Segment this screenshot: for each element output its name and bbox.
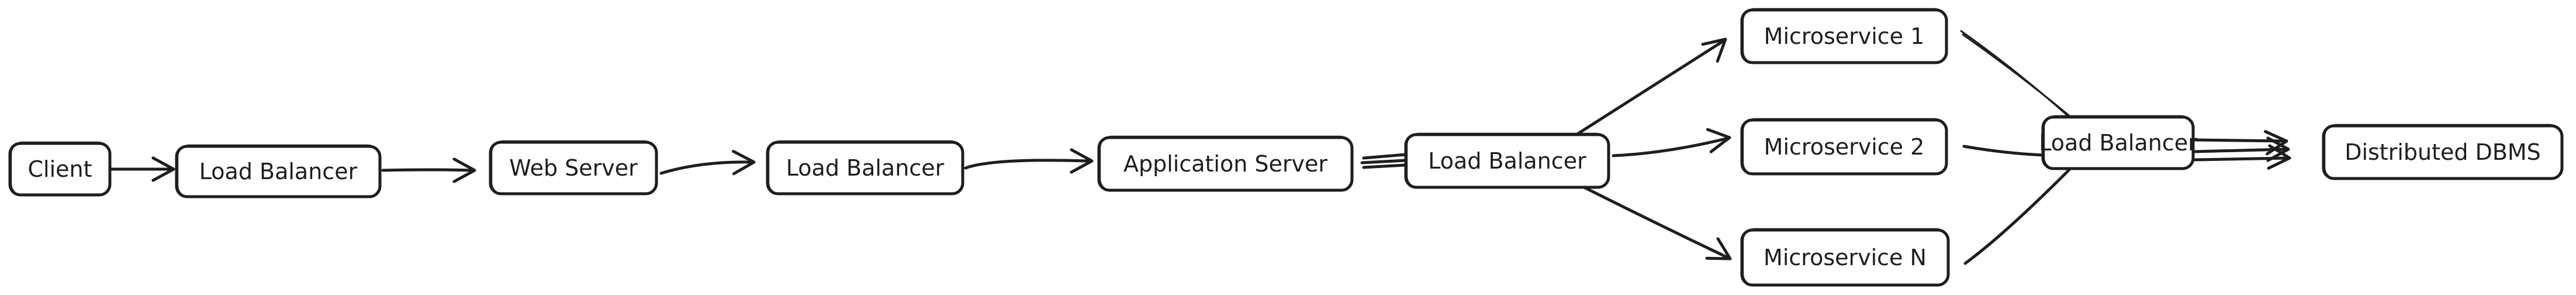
node-label: Microservice 2 [1764, 134, 1925, 160]
edge-lb3-to-ms2 [1612, 128, 1731, 157]
node-label: Load Balancer [199, 159, 358, 184]
edge-lb3-to-msn [1582, 186, 1732, 260]
node-label: Load Balancer [786, 155, 945, 181]
node-lb3[interactable]: Load Balancer [1404, 132, 1610, 189]
edge-lb3-to-ms1 [1576, 37, 1727, 135]
edge-web-to-lb2 [659, 150, 756, 176]
node-ms2[interactable]: Microservice 2 [1740, 118, 1948, 176]
node-lb4[interactable]: Load Balancer [2039, 115, 2197, 170]
node-label: Application Server [1123, 151, 1327, 177]
node-ms1[interactable]: Microservice 1 [1740, 8, 1948, 64]
edge-app-to-lb3 [1360, 153, 1408, 169]
node-lb2[interactable]: Load Balancer [766, 140, 964, 195]
node-label: Microservice 1 [1764, 23, 1925, 49]
node-label: Client [27, 156, 92, 182]
connector-line [1362, 153, 1408, 160]
node-label: Web Server [509, 155, 638, 181]
connector-line [1962, 145, 2045, 157]
edge-lb4-to-db [2193, 130, 2291, 170]
node-app[interactable]: Application Server [1097, 135, 1354, 192]
connector-line [1962, 33, 2072, 118]
connector-line [1360, 159, 1408, 164]
node-db[interactable]: Distributed DBMS [2322, 124, 2564, 180]
node-label: Load Balancer [1428, 148, 1586, 174]
edge-msn-to-lb4 [1963, 168, 2071, 265]
edge-ms2-to-lb4 [1962, 145, 2045, 157]
connector-line [1362, 163, 1408, 169]
connector-line [964, 159, 1089, 170]
edge-client-to-lb1 [109, 156, 175, 182]
node-client[interactable]: Client [8, 141, 112, 197]
node-label: Distributed DBMS [2345, 139, 2541, 165]
connector-line [1582, 186, 1731, 260]
node-lb1[interactable]: Load Balancer [175, 144, 382, 198]
connector-line [1963, 168, 2071, 265]
edge-ms1-to-lb4 [1960, 30, 2072, 118]
architecture-diagram: Client Load Balancer Web Server Load Balanc… [8, 8, 2564, 287]
node-label: Load Balancer [2039, 130, 2197, 156]
edge-lb1-to-web [381, 157, 476, 183]
connector-line [1576, 39, 1726, 135]
node-msn[interactable]: Microservice N [1740, 228, 1950, 287]
edge-lb2-to-app [964, 148, 1094, 174]
node-label: Microservice N [1764, 245, 1927, 270]
nodes-layer: Client Load Balancer Web Server Load Balanc… [8, 8, 2564, 287]
node-web[interactable]: Web Server [489, 140, 658, 195]
